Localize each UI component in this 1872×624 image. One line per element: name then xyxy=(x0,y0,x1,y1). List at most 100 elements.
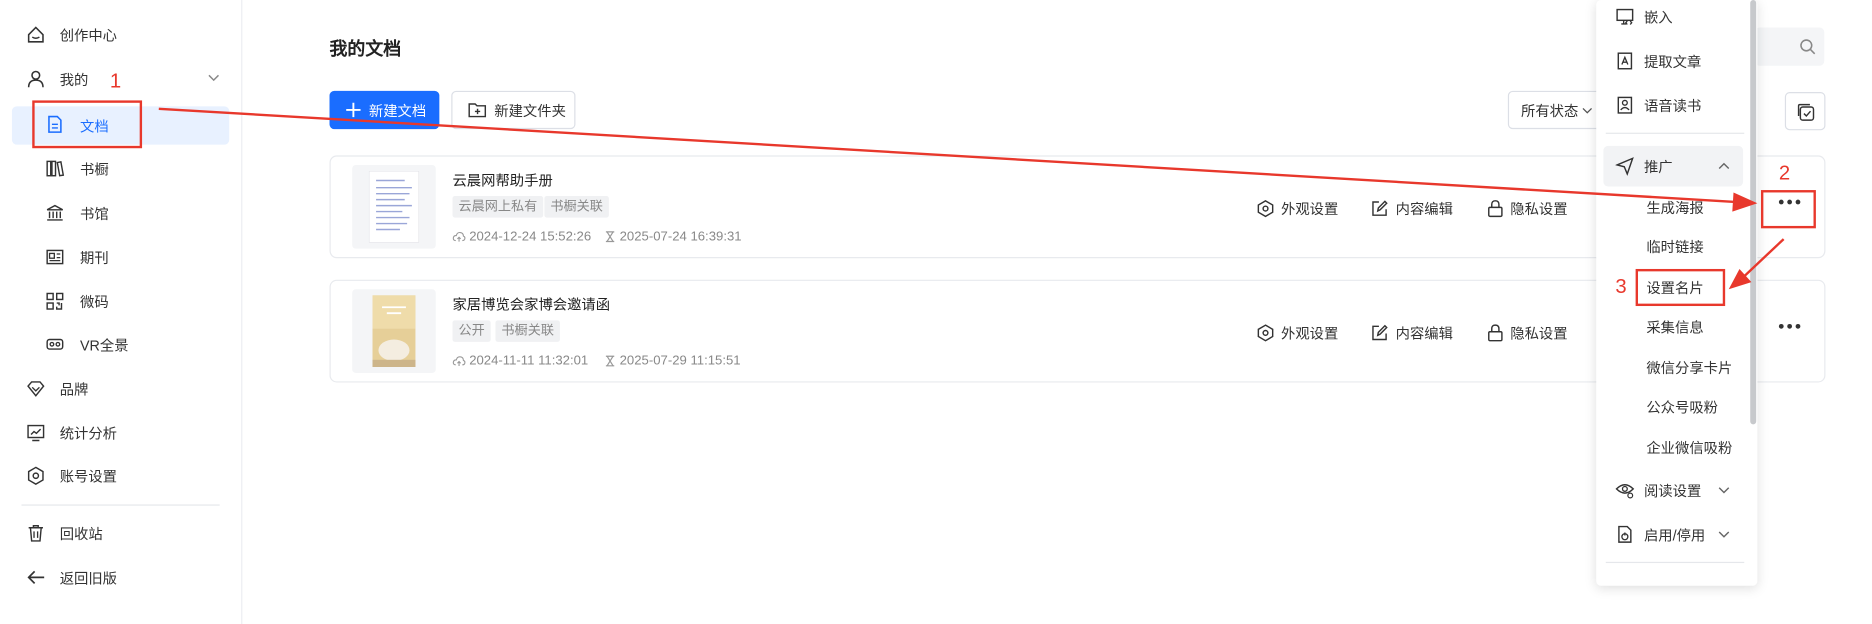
menu-divider xyxy=(1605,561,1745,564)
menu-item-wechat-share-card[interactable]: 微信分享卡片 xyxy=(1596,353,1757,382)
sidebar: 创作中心 我的 文档 书橱 书馆 期刊 微码 VR全景 品牌 统计分析 账号设置… xyxy=(0,0,243,624)
sidebar-item-back-old-version[interactable]: 返回旧版 xyxy=(0,559,241,595)
menu-item-label: 企业微信吸粉 xyxy=(1646,439,1733,457)
hourglass-icon xyxy=(605,231,615,243)
lock-icon xyxy=(1488,200,1503,218)
sidebar-item-label: 书馆 xyxy=(79,205,109,222)
cloud-upload-icon xyxy=(452,356,466,366)
menu-scrollbar[interactable] xyxy=(1750,0,1757,425)
search-input[interactable] xyxy=(1755,27,1825,66)
home-icon xyxy=(27,26,44,43)
menu-item-label: 采集信息 xyxy=(1646,318,1704,336)
created-time-text: 2024-11-11 11:32:01 xyxy=(469,353,589,369)
menu-item-label: 嵌入 xyxy=(1643,8,1673,26)
content-edit-button[interactable]: 内容编辑 xyxy=(1371,323,1453,343)
menu-item-label: 临时链接 xyxy=(1646,238,1704,256)
sidebar-item-statistics[interactable]: 统计分析 xyxy=(0,415,241,451)
lock-icon xyxy=(1488,324,1503,342)
status-filter-select[interactable]: 所有状态 xyxy=(1507,90,1604,130)
document-cover-image xyxy=(372,295,416,367)
status-filter-label: 所有状态 xyxy=(1521,102,1579,119)
chart-icon xyxy=(27,424,45,442)
document-thumbnail[interactable] xyxy=(352,164,436,249)
menu-item-official-account[interactable]: 公众号吸粉 xyxy=(1596,392,1757,421)
edit-icon xyxy=(1372,324,1388,341)
privacy-settings-label: 隐私设置 xyxy=(1510,325,1568,342)
dot-icon xyxy=(1787,323,1793,329)
sidebar-item-label: 创作中心 xyxy=(59,26,118,44)
menu-item-enable-disable[interactable]: 启用/停用 xyxy=(1596,520,1757,549)
menu-divider xyxy=(1605,132,1745,134)
new-document-label: 新建文档 xyxy=(368,102,427,119)
sidebar-item-account-settings[interactable]: 账号设置 xyxy=(0,458,241,494)
dot-icon xyxy=(1795,323,1801,329)
menu-item-label: 微信分享卡片 xyxy=(1646,359,1733,376)
privacy-settings-button[interactable]: 隐私设置 xyxy=(1488,198,1568,218)
document-title[interactable]: 云晨网帮助手册 xyxy=(452,170,552,190)
trash-icon xyxy=(28,525,43,542)
bookshelf-icon xyxy=(46,160,65,177)
user-icon xyxy=(27,70,44,88)
hexagon-settings-icon xyxy=(1257,199,1274,218)
search-icon xyxy=(1800,39,1816,55)
qrcode-icon xyxy=(46,292,64,310)
updated-time: 2025-07-24 16:39:31 xyxy=(604,230,742,244)
plus-icon xyxy=(346,102,361,118)
menu-item-collect-info[interactable]: 采集信息 xyxy=(1596,312,1757,341)
menu-item-extract-article[interactable]: 提取文章 xyxy=(1596,47,1757,76)
appearance-settings-label: 外观设置 xyxy=(1281,200,1339,218)
new-folder-button[interactable]: 新建文件夹 xyxy=(451,90,576,130)
chevron-down-icon xyxy=(1718,487,1730,494)
settings-icon xyxy=(27,466,44,485)
sidebar-item-library[interactable]: 书馆 xyxy=(0,195,241,231)
chevron-up-icon xyxy=(1718,162,1730,170)
sidebar-item-bookshelf[interactable]: 书橱 xyxy=(0,151,241,187)
sidebar-item-label: 我的 xyxy=(59,71,89,88)
sidebar-item-label: 账号设置 xyxy=(59,467,118,485)
sidebar-item-journal[interactable]: 期刊 xyxy=(0,239,241,275)
menu-item-generate-poster[interactable]: 生成海报 xyxy=(1596,192,1757,221)
batch-select-button[interactable] xyxy=(1784,92,1826,131)
menu-item-label: 推广 xyxy=(1643,158,1673,176)
annotation-box-2 xyxy=(1760,190,1816,229)
hexagon-settings-icon xyxy=(1257,324,1274,342)
menu-item-voice-reading[interactable]: 语音读书 xyxy=(1596,91,1757,120)
menu-item-temp-link[interactable]: 临时链接 xyxy=(1596,232,1757,261)
menu-item-read-settings[interactable]: 阅读设置 xyxy=(1596,476,1757,505)
content-edit-button[interactable]: 内容编辑 xyxy=(1371,198,1453,218)
appearance-settings-button[interactable]: 外观设置 xyxy=(1257,198,1338,218)
diamond-icon xyxy=(27,381,45,397)
menu-item-embed[interactable]: 嵌入 xyxy=(1596,2,1757,31)
content-edit-label: 内容编辑 xyxy=(1395,200,1453,218)
embed-icon xyxy=(1616,8,1634,25)
chevron-down-icon xyxy=(208,74,219,82)
menu-item-enterprise-wechat[interactable]: 企业微信吸粉 xyxy=(1596,433,1757,462)
privacy-settings-button[interactable]: 隐私设置 xyxy=(1488,323,1568,343)
appearance-settings-button[interactable]: 外观设置 xyxy=(1257,323,1338,343)
menu-item-label: 启用/停用 xyxy=(1643,526,1706,544)
annotation-box-3 xyxy=(1635,268,1726,307)
sidebar-item-brand[interactable]: 品牌 xyxy=(0,371,241,407)
sidebar-item-label: 书橱 xyxy=(79,160,109,178)
sidebar-item-label: 回收站 xyxy=(59,525,103,543)
sidebar-item-label: VR全景 xyxy=(79,336,129,354)
sidebar-item-creation-center[interactable]: 创作中心 xyxy=(0,17,241,53)
document-tag: 书橱关联 xyxy=(495,320,560,342)
sidebar-item-vr[interactable]: VR全景 xyxy=(0,326,241,362)
menu-item-label: 语音读书 xyxy=(1643,97,1702,115)
sidebar-item-label: 返回旧版 xyxy=(59,569,118,587)
annotation-number-1: 1 xyxy=(109,69,122,93)
sidebar-item-microcode[interactable]: 微码 xyxy=(0,283,241,319)
appearance-settings-label: 外观设置 xyxy=(1281,325,1339,342)
document-thumbnail[interactable] xyxy=(352,289,436,373)
more-options-button[interactable] xyxy=(1773,314,1806,338)
created-time: 2024-12-24 15:52:26 xyxy=(452,230,591,244)
copy-check-icon xyxy=(1797,103,1815,121)
menu-item-promote[interactable]: 推广 xyxy=(1596,152,1757,181)
privacy-settings-label: 隐私设置 xyxy=(1510,200,1568,218)
article-icon xyxy=(1617,52,1633,70)
document-tag: 云晨网上私有 xyxy=(452,196,544,218)
sidebar-item-recycle-bin[interactable]: 回收站 xyxy=(0,515,241,551)
document-title[interactable]: 家居博览会家博会邀请函 xyxy=(452,294,610,314)
new-document-button[interactable]: 新建文档 xyxy=(329,90,440,130)
